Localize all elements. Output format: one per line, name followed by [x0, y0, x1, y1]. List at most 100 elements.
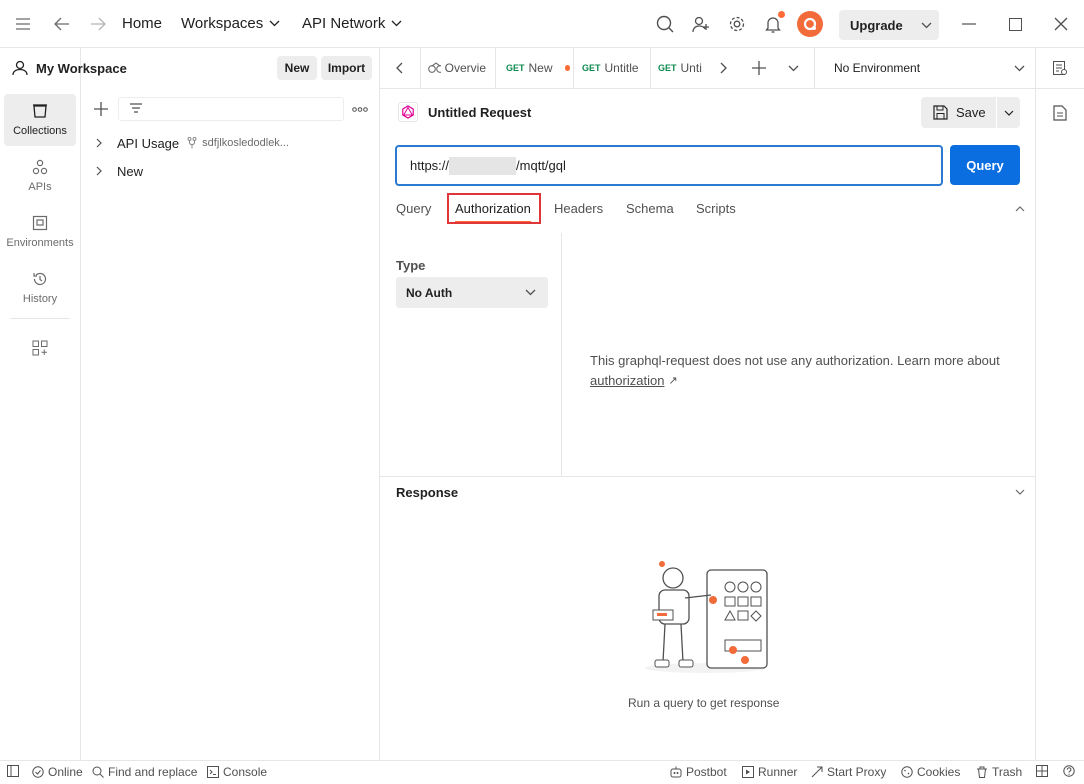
filter-search-input[interactable]: [118, 97, 344, 121]
tree-item-new[interactable]: New: [95, 160, 143, 182]
invite-user-icon[interactable]: [687, 10, 715, 38]
auth-learn-more[interactable]: authorization ↗: [590, 373, 678, 388]
environment-quicklook-icon[interactable]: [1046, 54, 1074, 82]
api-network-label: API Network: [302, 15, 386, 32]
close-icon[interactable]: [1047, 10, 1075, 38]
upgrade-button[interactable]: Upgrade: [839, 10, 939, 40]
notification-dot: [778, 11, 785, 18]
auth-link[interactable]: authorization: [590, 373, 664, 388]
online-status[interactable]: Online: [32, 765, 83, 779]
online-label: Online: [48, 765, 83, 779]
response-chevron-down-icon[interactable]: [1006, 478, 1034, 506]
environments-icon: [32, 215, 48, 231]
url-input[interactable]: https:// /mqtt/gql: [395, 145, 943, 186]
tab-overview[interactable]: Overvie: [428, 48, 486, 88]
api-network-menu[interactable]: API Network: [302, 15, 402, 32]
rail-item-collections[interactable]: Collections: [4, 94, 76, 146]
settings-gear-icon[interactable]: [723, 10, 751, 38]
back-arrow-icon[interactable]: [48, 10, 76, 38]
forward-arrow-icon[interactable]: [84, 10, 112, 38]
notifications-bell-icon[interactable]: [759, 10, 787, 38]
response-empty-illustration: [645, 560, 775, 675]
method-badge: GET: [506, 63, 525, 73]
method-badge: GET: [582, 63, 601, 73]
trash-button[interactable]: Trash: [976, 765, 1022, 779]
auth-message: This graphql-request does not use any au…: [590, 353, 1000, 368]
rail-item-label: Environments: [6, 237, 74, 249]
tabs-scroll-left-icon[interactable]: [386, 54, 414, 82]
tree-item-label: New: [117, 163, 144, 179]
menu-icon[interactable]: [9, 10, 37, 38]
type-label: Type: [396, 258, 426, 273]
start-proxy-button[interactable]: Start Proxy: [811, 765, 886, 779]
save-button[interactable]: Save: [921, 97, 1020, 128]
tab-strip: Overvie GET New GET Untitle GET Unti No …: [380, 48, 1035, 89]
tab-label: Unti: [680, 61, 702, 75]
workspaces-label: Workspaces: [181, 15, 264, 32]
cookies-button[interactable]: Cookies: [901, 765, 960, 779]
overview-icon: [428, 62, 441, 73]
layout-grid-icon[interactable]: [1036, 765, 1048, 777]
help-icon[interactable]: [1063, 765, 1075, 777]
chevron-right-icon: [96, 138, 102, 148]
console-button[interactable]: Console: [207, 765, 267, 779]
postbot-button[interactable]: Postbot: [670, 765, 727, 779]
proxy-icon: [811, 766, 823, 778]
collapse-chevron-up-icon[interactable]: [1006, 195, 1034, 223]
search-icon[interactable]: [651, 10, 679, 38]
environment-label: No Environment: [834, 61, 921, 75]
postbot-label: Postbot: [686, 765, 727, 779]
response-title[interactable]: Response: [396, 485, 458, 500]
documentation-icon[interactable]: [1046, 99, 1074, 127]
external-link-icon: ↗: [668, 375, 678, 387]
runner-button[interactable]: Runner: [742, 765, 797, 779]
runner-label: Runner: [758, 765, 798, 779]
rail-item-history[interactable]: History: [4, 262, 76, 314]
tree-item-fork-meta: sdfjlkosledodlek...: [202, 137, 289, 149]
tab-get-new[interactable]: GET New: [506, 48, 570, 88]
tab-scripts[interactable]: Scripts: [696, 201, 736, 216]
tab-headers[interactable]: Headers: [554, 201, 603, 216]
cookie-icon: [901, 766, 913, 778]
query-button[interactable]: Query: [950, 145, 1020, 185]
rail-item-apis[interactable]: APIs: [4, 150, 76, 202]
left-rail: Collections APIs Environments History: [0, 48, 81, 760]
top-bar: Home Workspaces API Network Upgrade: [0, 0, 1084, 48]
rail-item-environments[interactable]: Environments: [4, 206, 76, 258]
avatar[interactable]: [797, 11, 823, 37]
find-replace-label: Find and replace: [108, 765, 198, 779]
request-title[interactable]: Untitled Request: [428, 105, 531, 120]
runner-icon: [742, 766, 754, 778]
rail-item-label: Collections: [13, 125, 67, 137]
tab-get-untitled-active[interactable]: GET Unti: [658, 48, 703, 88]
auth-divider: [561, 233, 562, 476]
url-prefix: https://: [410, 158, 450, 173]
tab-get-untitled[interactable]: GET Untitle: [582, 48, 642, 88]
new-tab-plus-icon[interactable]: [745, 54, 773, 82]
environment-selector[interactable]: No Environment: [814, 48, 1035, 88]
workspaces-menu[interactable]: Workspaces: [181, 15, 280, 32]
response-divider: [380, 476, 1035, 477]
chevron-down-icon: [525, 289, 536, 296]
apis-icon: [32, 159, 48, 175]
online-check-icon: [32, 766, 44, 778]
right-sidebar: [1035, 48, 1084, 760]
tab-list-chevron-icon[interactable]: [779, 54, 807, 82]
home-link[interactable]: Home: [122, 15, 162, 32]
collections-icon: [33, 104, 47, 118]
tab-query[interactable]: Query: [396, 201, 431, 216]
configure-workbench-icon[interactable]: [26, 334, 54, 362]
auth-type-select[interactable]: No Auth: [396, 277, 548, 308]
chevron-down-icon: [921, 22, 932, 28]
tree-item-api-usage[interactable]: API Usage sdfjlkosledodlek...: [95, 132, 289, 154]
tab-schema[interactable]: Schema: [626, 201, 674, 216]
more-options-icon[interactable]: [346, 95, 374, 123]
trash-icon: [977, 766, 987, 778]
highlight-box: [447, 193, 541, 224]
add-collection-icon[interactable]: [87, 95, 115, 123]
maximize-icon[interactable]: [1001, 10, 1029, 38]
toggle-sidebar-icon[interactable]: [7, 765, 19, 777]
find-replace-button[interactable]: Find and replace: [92, 765, 197, 779]
minimize-icon[interactable]: [955, 10, 983, 38]
tabs-scroll-right-icon[interactable]: [709, 54, 737, 82]
